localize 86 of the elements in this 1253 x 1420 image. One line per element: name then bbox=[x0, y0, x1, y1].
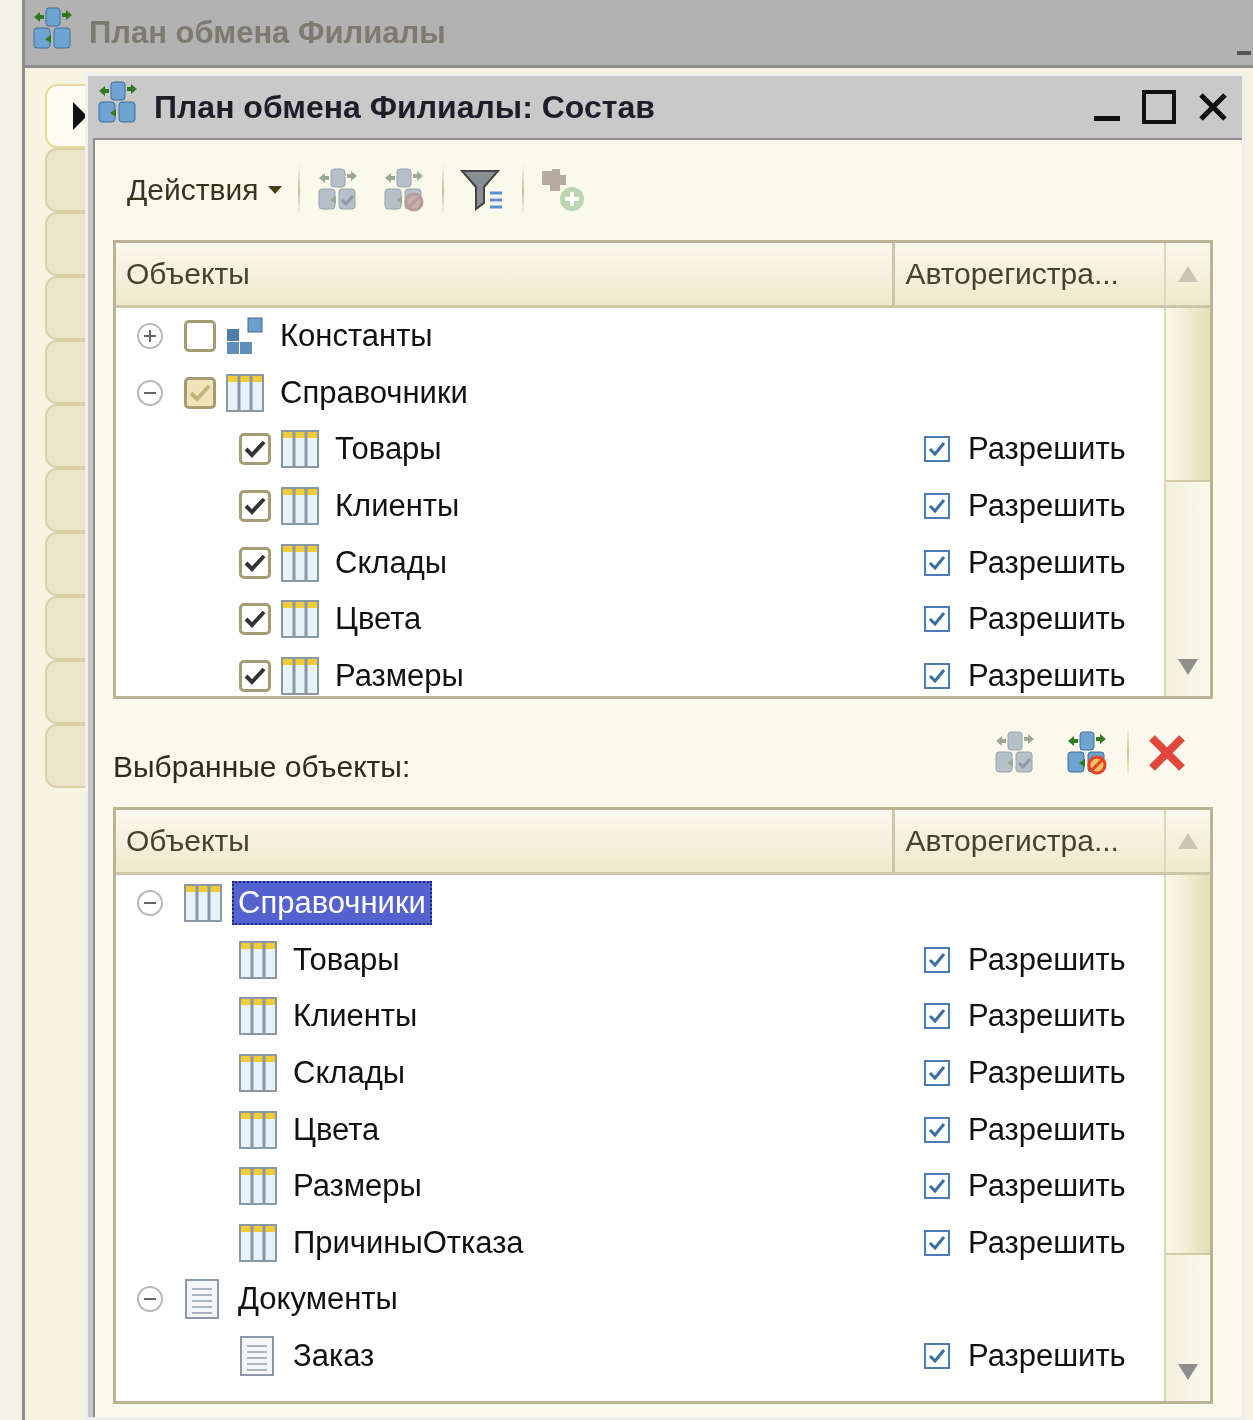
table-icon bbox=[281, 656, 319, 695]
tree-item[interactable]: Документы bbox=[232, 1277, 404, 1322]
checkbox-label: Разрешить bbox=[968, 1224, 1126, 1261]
tree-item[interactable]: Клиенты bbox=[287, 994, 424, 1039]
checkbox-label: Разрешить bbox=[968, 1338, 1126, 1375]
tree-item[interactable]: Товары bbox=[287, 937, 406, 982]
checkbox[interactable] bbox=[924, 946, 950, 973]
tree-item[interactable]: ПричиныОтказа bbox=[287, 1220, 530, 1265]
checkbox[interactable] bbox=[924, 1343, 950, 1370]
checkbox[interactable] bbox=[924, 1229, 950, 1256]
section-label: Выбранные объекты: bbox=[113, 750, 411, 784]
tree-item[interactable]: Константы bbox=[274, 314, 439, 359]
checkbox[interactable] bbox=[184, 320, 216, 353]
checkbox[interactable] bbox=[924, 436, 950, 463]
window-title: План обмена Филиалы: Состав bbox=[154, 88, 655, 126]
caret-icon bbox=[268, 186, 283, 194]
column-header[interactable]: Авторегистра... bbox=[895, 810, 1165, 872]
scrollbar[interactable] bbox=[1164, 875, 1210, 1401]
tree-item[interactable]: Товары bbox=[329, 427, 448, 472]
collapse-icon[interactable] bbox=[136, 378, 164, 407]
triangle-icon bbox=[73, 102, 87, 130]
checkbox[interactable] bbox=[924, 1060, 950, 1087]
actions-menu-button[interactable]: Действия bbox=[121, 169, 289, 211]
table-icon bbox=[281, 487, 319, 526]
checkbox[interactable] bbox=[924, 1116, 950, 1143]
scroll-down-icon[interactable] bbox=[1178, 1364, 1198, 1380]
column-header[interactable]: Авторегистра... bbox=[895, 243, 1165, 305]
close-icon[interactable] bbox=[1198, 92, 1228, 122]
table-icon bbox=[239, 997, 277, 1036]
table-icon bbox=[239, 1223, 277, 1262]
table-icon bbox=[281, 430, 319, 469]
table-icon bbox=[239, 1054, 277, 1093]
column-header[interactable]: Объекты bbox=[116, 810, 896, 872]
checkbox[interactable] bbox=[924, 1003, 950, 1030]
checkbox-label: Разрешить bbox=[968, 431, 1126, 468]
scroll-down-icon[interactable] bbox=[1178, 659, 1198, 675]
checkbox[interactable] bbox=[924, 1173, 950, 1200]
checkbox[interactable] bbox=[239, 546, 271, 579]
blocks-icon bbox=[226, 317, 264, 356]
tree-item[interactable]: Клиенты bbox=[329, 484, 466, 529]
expand-icon[interactable] bbox=[136, 322, 164, 351]
checkbox[interactable] bbox=[924, 549, 950, 576]
document-icon bbox=[239, 1336, 277, 1377]
table-icon bbox=[226, 373, 264, 412]
document-icon bbox=[184, 1279, 222, 1320]
column-header[interactable]: Объекты bbox=[116, 243, 896, 305]
table-icon bbox=[281, 600, 319, 639]
checkbox[interactable] bbox=[239, 490, 271, 523]
table-icon bbox=[239, 940, 277, 979]
table-icon bbox=[184, 884, 222, 923]
checkbox-label: Разрешить bbox=[968, 1055, 1126, 1092]
tree-item[interactable]: Размеры bbox=[329, 653, 470, 696]
checkbox[interactable] bbox=[239, 603, 271, 636]
checkbox[interactable] bbox=[924, 662, 950, 689]
table-icon bbox=[239, 1167, 277, 1206]
checkbox[interactable] bbox=[239, 433, 271, 466]
table-icon bbox=[281, 543, 319, 582]
delete-icon[interactable] bbox=[1147, 733, 1187, 773]
checkbox[interactable] bbox=[239, 659, 271, 692]
window-title: План обмена Филиалы bbox=[89, 14, 446, 51]
checkbox-label: Разрешить bbox=[968, 1168, 1126, 1205]
checkbox-label: Разрешить bbox=[968, 601, 1126, 638]
minimize-icon[interactable] bbox=[1094, 116, 1120, 122]
tree-item[interactable]: Склады bbox=[329, 540, 453, 585]
checkbox-label: Разрешить bbox=[968, 998, 1126, 1035]
checkbox-label: Разрешить bbox=[968, 941, 1126, 978]
checkbox-label: Разрешить bbox=[968, 1111, 1126, 1148]
scrollbar[interactable] bbox=[1164, 308, 1210, 696]
collapse-icon[interactable] bbox=[136, 1285, 164, 1314]
checkbox-label: Разрешить bbox=[968, 657, 1126, 694]
checkbox-label: Разрешить bbox=[968, 544, 1126, 581]
maximize-icon[interactable] bbox=[1142, 90, 1176, 124]
checkbox[interactable] bbox=[924, 493, 950, 520]
tree-item[interactable]: Цвета bbox=[287, 1107, 386, 1152]
checkbox-label: Разрешить bbox=[968, 488, 1126, 525]
table-icon bbox=[239, 1110, 277, 1149]
checkbox[interactable] bbox=[924, 606, 950, 633]
tree-item[interactable]: Справочники bbox=[232, 881, 432, 926]
checkbox[interactable] bbox=[184, 376, 216, 409]
tree-item[interactable]: Цвета bbox=[329, 597, 428, 642]
collapse-icon[interactable] bbox=[136, 889, 164, 918]
tree-item[interactable]: Заказ bbox=[287, 1334, 381, 1379]
tree-item[interactable]: Справочники bbox=[274, 370, 474, 415]
tree-item[interactable]: Размеры bbox=[287, 1164, 428, 1209]
cubes-prohibited-icon[interactable] bbox=[1065, 731, 1109, 775]
tree-item[interactable]: Склады bbox=[287, 1051, 411, 1096]
